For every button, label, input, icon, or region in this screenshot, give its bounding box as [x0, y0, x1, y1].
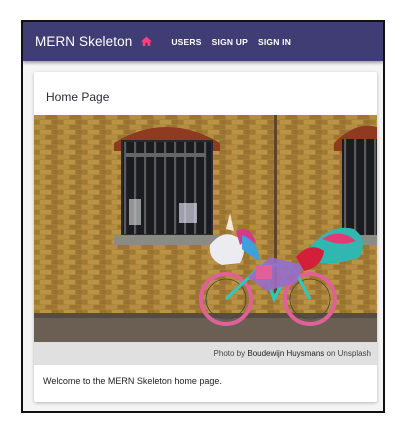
browser-frame: MERN Skeleton USERS SIGN UP SIGN IN Home…	[21, 20, 385, 413]
photo-credit: Photo by Boudewijn Huysmans on Unsplash	[34, 342, 377, 365]
photo-credit-author-link[interactable]: Boudewijn Huysmans	[247, 349, 324, 358]
brand-title: MERN Skeleton	[35, 34, 133, 49]
photo-credit-prefix: Photo by	[213, 349, 248, 358]
photo-credit-suffix: on Unsplash	[324, 349, 371, 358]
app-bar: MERN Skeleton USERS SIGN UP SIGN IN	[23, 22, 383, 61]
welcome-text: Welcome to the MERN Skeleton home page.	[43, 376, 222, 386]
home-card: Home Page Photo by Boudewijn Huysmans on…	[34, 72, 377, 402]
nav-link-users[interactable]: USERS	[171, 37, 201, 47]
home-icon[interactable]	[140, 35, 153, 48]
nav-link-sign-up[interactable]: SIGN UP	[212, 37, 248, 47]
page-title: Home Page	[46, 90, 110, 104]
nav-link-sign-in[interactable]: SIGN IN	[258, 37, 291, 47]
unicorn-bicycle-photo	[34, 115, 377, 342]
